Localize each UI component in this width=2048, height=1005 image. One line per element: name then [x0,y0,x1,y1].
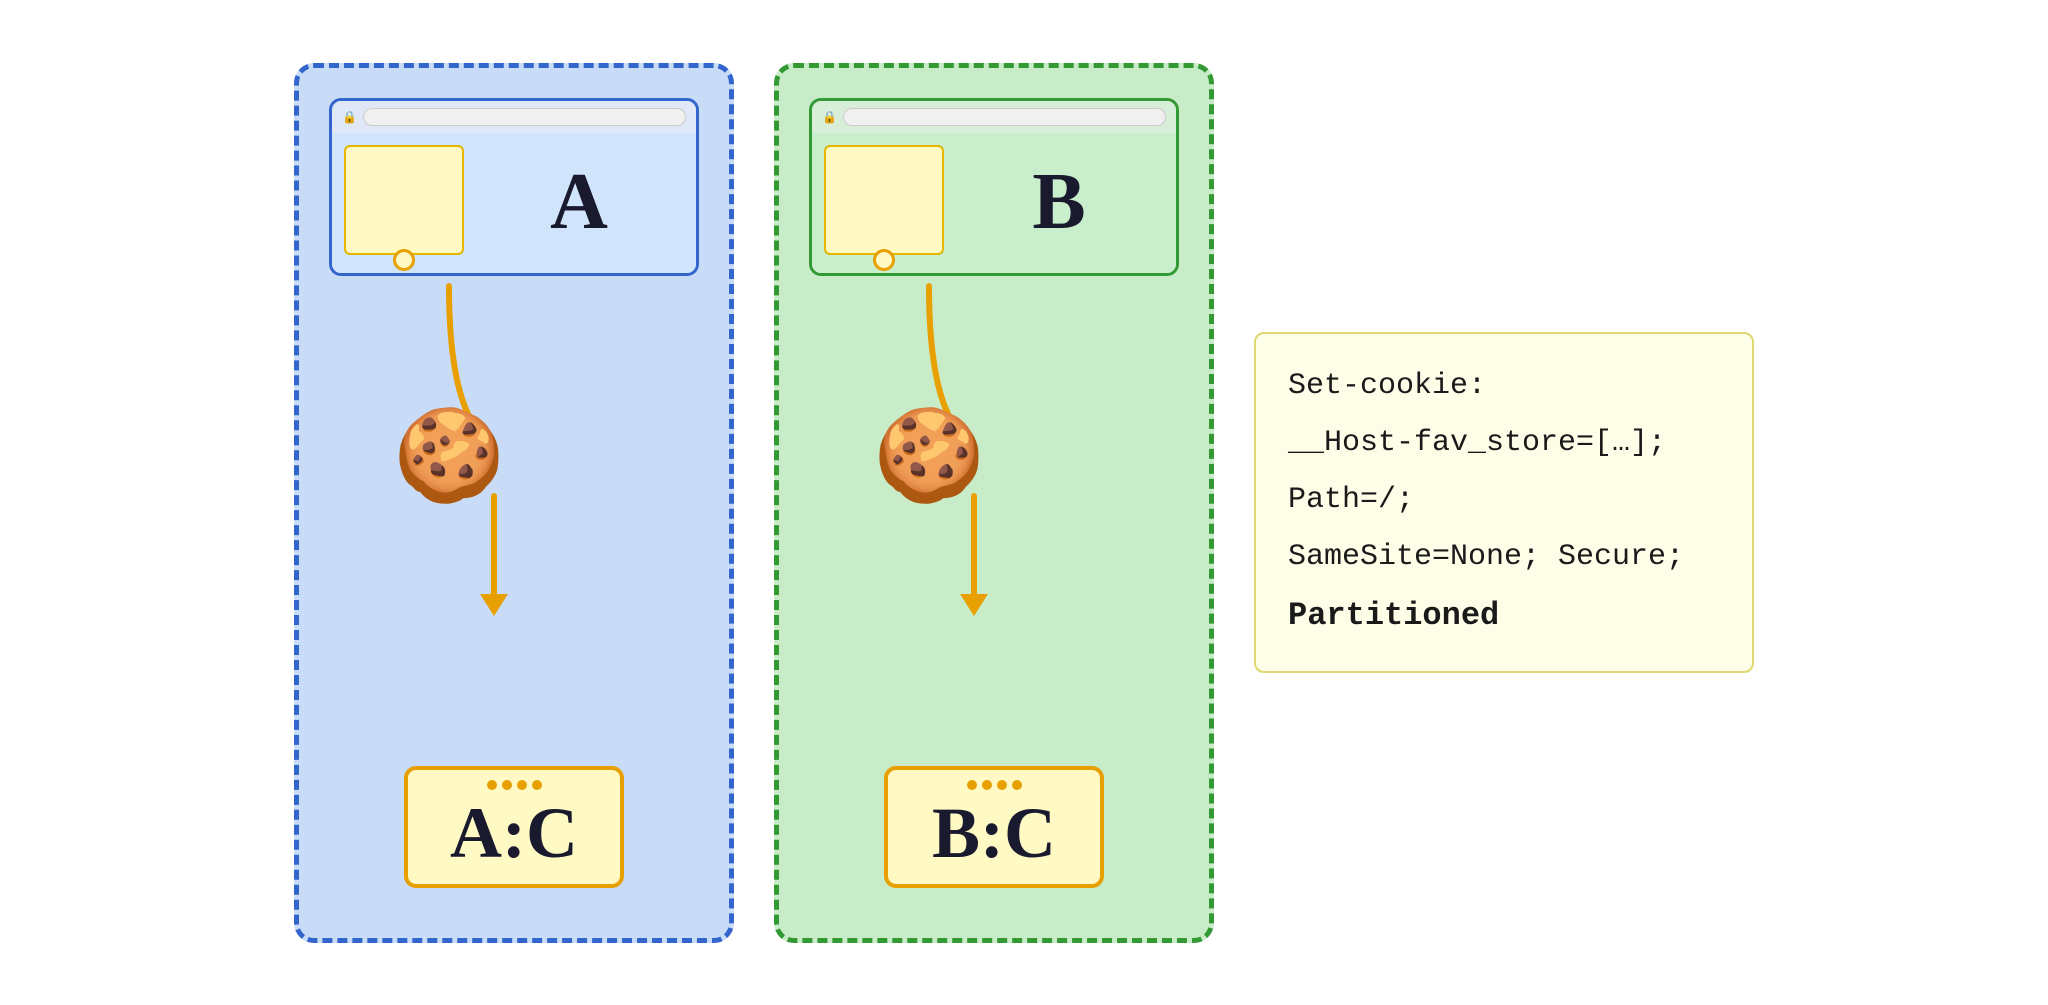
dot3 [997,780,1007,790]
dot1 [967,780,977,790]
storage-label-b: B:C [932,794,1056,873]
dot2 [982,780,992,790]
browser-window-a: 🔒 A [329,98,699,276]
code-block: Set-cookie: __Host-fav_store=[…]; Path=/… [1254,332,1754,673]
partition-box-b: 🔒 B 🍪 [774,63,1214,943]
url-bar-b [843,108,1166,126]
arrow-svg-a: 🍪 [294,276,734,676]
dot2 [502,780,512,790]
partition-box-a: 🔒 A 🍪 [294,63,734,943]
lock-icon-a: 🔒 [342,110,357,124]
dot4 [1012,780,1022,790]
url-bar-a [363,108,686,126]
code-line-2: __Host-fav_store=[…]; [1288,415,1720,472]
svg-text:🍪: 🍪 [393,404,505,506]
site-label-b: B [954,145,1164,261]
iframe-block-b [824,145,944,255]
browser-titlebar-a: 🔒 [332,101,696,133]
lock-icon-b: 🔒 [822,110,837,124]
code-line-4: SameSite=None; Secure; [1288,529,1720,586]
dot1 [487,780,497,790]
code-line-3: Path=/; [1288,472,1720,529]
storage-box-a: A:C [404,766,624,887]
arrow-area-b: 🍪 B:C [809,276,1179,908]
arrow-area-a: 🍪 A:C [329,276,699,908]
arrow-svg-b: 🍪 [774,276,1214,676]
browser-titlebar-b: 🔒 [812,101,1176,133]
code-line-partitioned: Partitioned [1288,586,1720,647]
dot4 [532,780,542,790]
storage-label-a: A:C [450,794,578,873]
storage-dots-a [487,780,542,790]
dot3 [517,780,527,790]
browser-content-a: A [332,133,696,273]
storage-box-b: B:C [884,766,1104,887]
browser-window-b: 🔒 B [809,98,1179,276]
main-container: 🔒 A 🍪 [0,0,2048,1005]
svg-text:🍪: 🍪 [873,404,985,506]
site-label-a: A [474,145,684,261]
iframe-block-a [344,145,464,255]
browser-content-b: B [812,133,1176,273]
code-line-1: Set-cookie: [1288,358,1720,415]
connector-circle-a [393,249,415,271]
storage-dots-b [967,780,1022,790]
connector-circle-b [873,249,895,271]
